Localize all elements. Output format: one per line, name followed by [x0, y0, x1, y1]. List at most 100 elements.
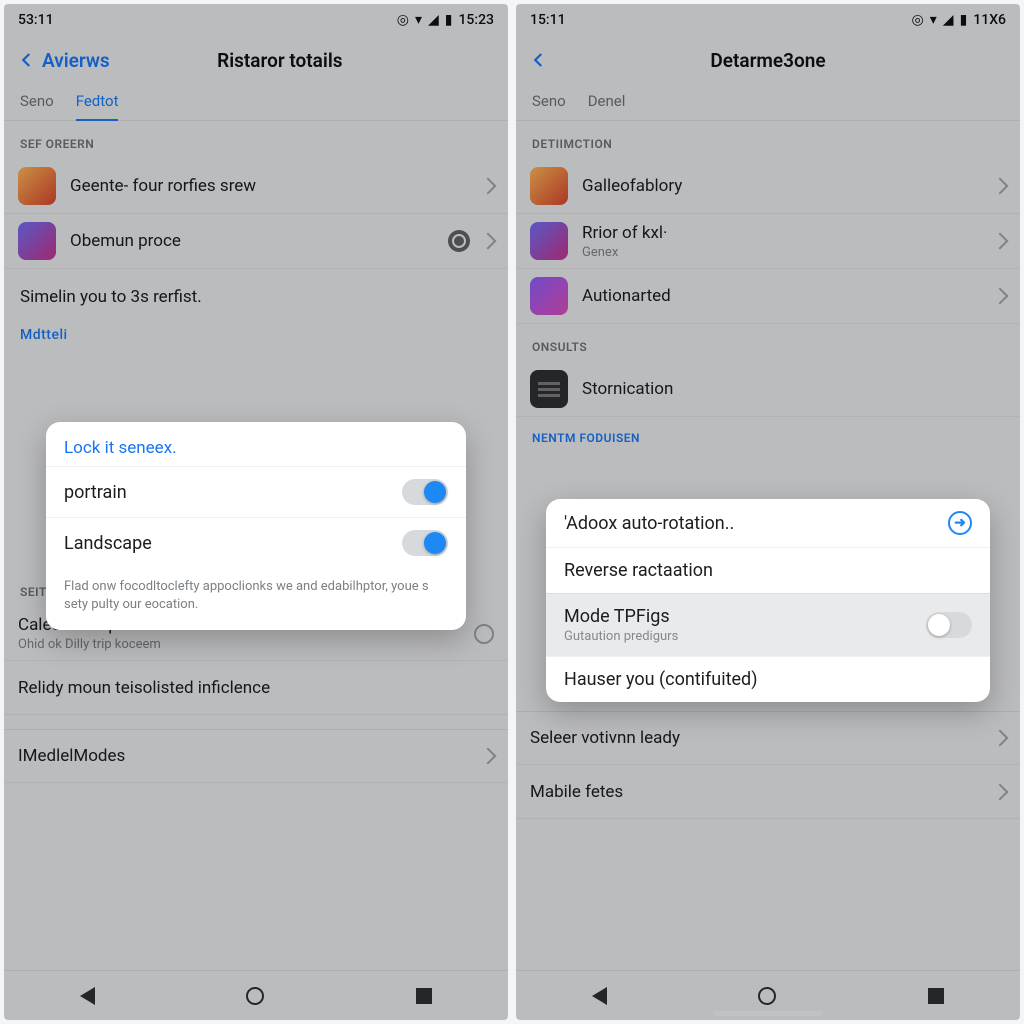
popup-lock-orientation: Lock it seneex. portrain Landscape Flad …: [46, 422, 466, 630]
row-label: Mabile fetes: [530, 782, 986, 802]
status-time: 15:11: [530, 12, 566, 28]
phone-right: 15:11 ◎ ▾ ◢ ▮ 11X6 Detarme3one Seno Dene…: [516, 4, 1020, 1020]
list-item[interactable]: Stornication: [516, 362, 1020, 417]
titlebar: Detarme3one: [516, 36, 1020, 84]
row-label: Relidy moun teisolisted inficlence: [18, 678, 494, 698]
nav-home[interactable]: [758, 987, 776, 1005]
tabs: Seno Fedtot: [4, 84, 508, 121]
battery-icon: ▮: [960, 12, 968, 28]
toggle-portrait[interactable]: [402, 479, 448, 505]
battery-icon: ▮: [445, 12, 453, 28]
chevron-right-icon: [992, 178, 1009, 195]
section-header: DETIIMCTION: [516, 121, 1020, 159]
chevron-right-icon: [992, 288, 1009, 305]
status-clock: 11X6: [973, 12, 1006, 28]
app-icon: [530, 222, 568, 260]
phone-left: 53:11 ◎ ▾ ◢ ▮ 15:23 Avierws Ristaror tot…: [4, 4, 508, 1020]
navbar: [4, 970, 508, 1020]
section-header: SEF OREERN: [4, 121, 508, 159]
app-icon: [18, 222, 56, 260]
body-text: Simelin you to 3s rerfist.: [4, 269, 508, 313]
list-item[interactable]: Autionarted: [516, 269, 1020, 324]
nav-recent[interactable]: [416, 988, 432, 1004]
list-item[interactable]: Obemun proce: [4, 214, 508, 269]
home-indicator[interactable]: [713, 1011, 823, 1016]
back-button[interactable]: [12, 45, 42, 75]
list-item[interactable]: Relidy moun teisolisted inficlence: [4, 661, 508, 715]
titlebar: Avierws Ristaror totails: [4, 36, 508, 84]
popup-row-mode[interactable]: Mode TPFigs Gutaution predigurs: [546, 593, 990, 656]
chevron-right-icon: [992, 730, 1009, 747]
list-item[interactable]: IMedlelModes: [4, 729, 508, 783]
page-title: Ristaror totails: [110, 49, 450, 72]
tab-denel[interactable]: Denel: [588, 84, 626, 120]
status-clock: 15:23: [458, 12, 494, 28]
row-label: Autionarted: [582, 286, 986, 306]
row-label: Hauser you (contifuited): [564, 669, 757, 690]
back-button[interactable]: [524, 45, 554, 75]
info-icon[interactable]: ➜: [948, 511, 972, 535]
wifi-icon: ▾: [415, 12, 422, 28]
statusbar: 15:11 ◎ ▾ ◢ ▮ 11X6: [516, 4, 1020, 36]
row-label: Galleofablory: [582, 176, 986, 196]
signal-icon: ◢: [943, 12, 954, 28]
toggle-landscape[interactable]: [402, 530, 448, 556]
tab-seno[interactable]: Seno: [20, 84, 54, 120]
chevron-right-icon: [992, 783, 1009, 800]
row-label: Rrior of kxl·: [582, 223, 986, 243]
wifi-icon: ▾: [930, 12, 937, 28]
option-label: portrain: [64, 482, 127, 503]
row-label: Obemun proce: [70, 231, 448, 251]
app-icon: [530, 277, 568, 315]
statusbar: 53:11 ◎ ▾ ◢ ▮ 15:23: [4, 4, 508, 36]
row-sub: Genex: [582, 245, 986, 260]
row-sub: Gutaution predigurs: [564, 629, 678, 644]
row-sub: Ohid ok Dilly trip koceem: [18, 637, 474, 652]
list-item[interactable]: Rrior of kxl· Genex: [516, 214, 1020, 269]
popup-option-portrait[interactable]: portrain: [46, 466, 466, 517]
tab-fedtot[interactable]: Fedtot: [76, 84, 119, 120]
radio-button[interactable]: [474, 624, 494, 644]
tab-seno[interactable]: Seno: [532, 84, 566, 120]
chevron-right-icon: [480, 178, 497, 195]
row-label: Mode TPFigs: [564, 606, 678, 627]
row-label: Seleer votivnn leady: [530, 728, 986, 748]
row-label: 'Adoox auto-rotation..: [564, 513, 734, 534]
app-icon: [530, 370, 568, 408]
popup-title: Lock it seneex.: [46, 422, 466, 466]
page-title: Detarme3one: [554, 49, 982, 72]
chevron-right-icon: [992, 233, 1009, 250]
row-label: Stornication: [582, 379, 1006, 399]
location-icon: ◎: [397, 12, 409, 28]
nav-home[interactable]: [246, 987, 264, 1005]
option-label: Landscape: [64, 533, 152, 554]
popup-option-landscape[interactable]: Landscape: [46, 517, 466, 568]
popup-row-auto-rotation[interactable]: 'Adoox auto-rotation.. ➜: [546, 499, 990, 547]
app-icon: [18, 167, 56, 205]
list-item[interactable]: Geente- four rorfies srew: [4, 159, 508, 214]
section-header: NENTM FODUISEN: [516, 417, 1020, 451]
tabs: Seno Denel: [516, 84, 1020, 121]
list-item[interactable]: Seleer votivnn leady: [516, 711, 1020, 765]
section-header: ONSULTS: [516, 324, 1020, 362]
signal-icon: ◢: [428, 12, 439, 28]
nav-back[interactable]: [592, 987, 607, 1005]
list-item[interactable]: Galleofablory: [516, 159, 1020, 214]
nav-recent[interactable]: [928, 988, 944, 1004]
badge-icon: [448, 230, 470, 252]
popup-auto-rotation: 'Adoox auto-rotation.. ➜ Reverse ractaat…: [546, 499, 990, 702]
popup-row-hauser[interactable]: Hauser you (contifuited): [546, 656, 990, 702]
section-link[interactable]: Mdtteli: [4, 313, 508, 349]
nav-back[interactable]: [80, 987, 95, 1005]
status-time: 53:11: [18, 12, 54, 28]
app-icon: [530, 167, 568, 205]
row-label: Geente- four rorfies srew: [70, 176, 474, 196]
popup-row-reverse[interactable]: Reverse ractaation: [546, 547, 990, 593]
back-label[interactable]: Avierws: [42, 49, 110, 72]
chevron-right-icon: [480, 233, 497, 250]
row-label: IMedlelModes: [18, 746, 474, 766]
chevron-right-icon: [480, 748, 497, 765]
toggle-mode[interactable]: [926, 612, 972, 638]
location-icon: ◎: [912, 12, 924, 28]
list-item[interactable]: Mabile fetes: [516, 765, 1020, 819]
